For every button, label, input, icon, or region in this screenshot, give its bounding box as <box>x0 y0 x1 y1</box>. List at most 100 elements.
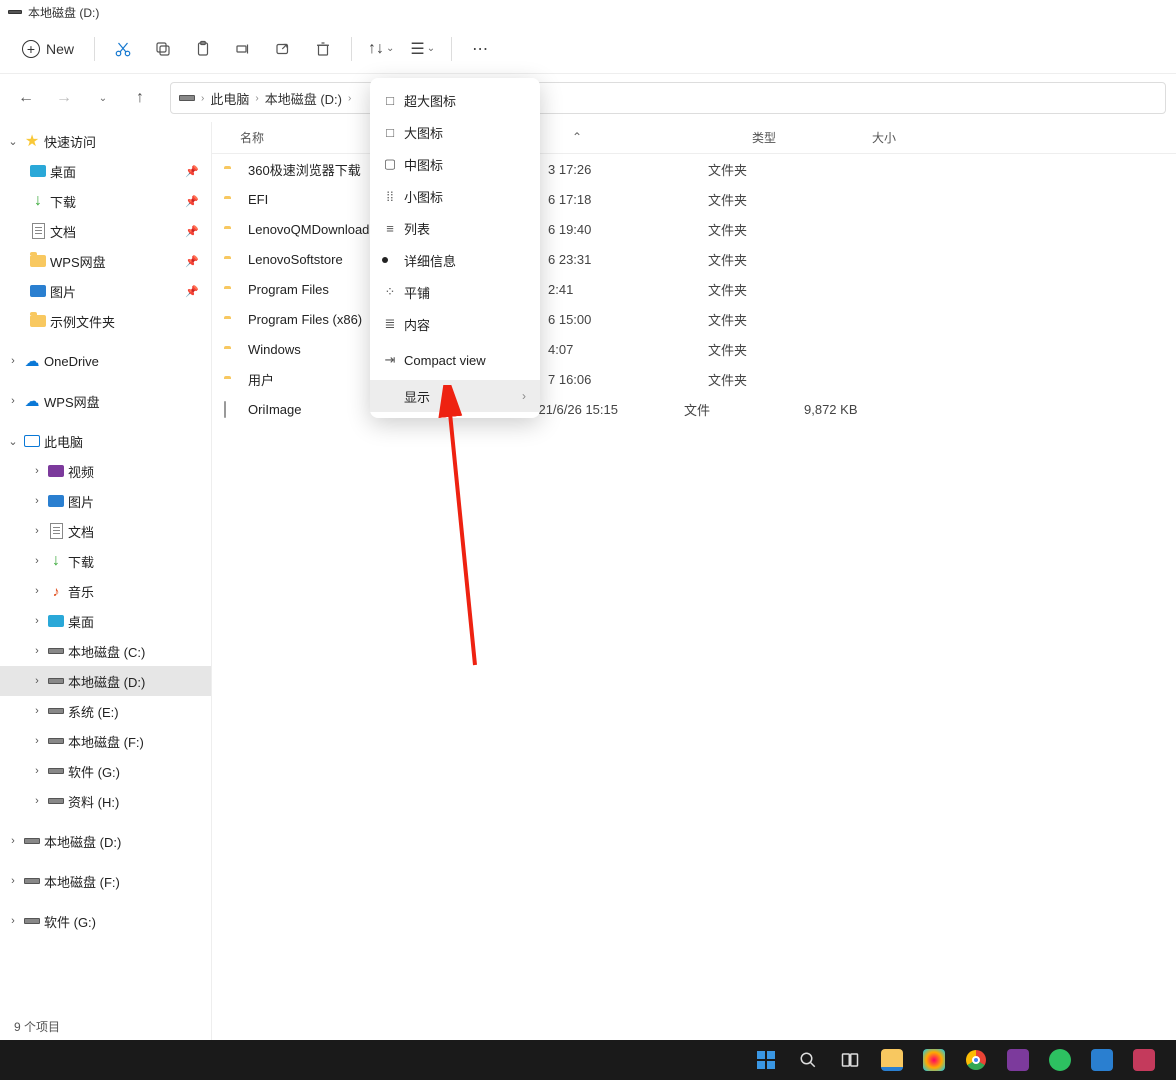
breadcrumb-drive[interactable]: 本地磁盘 (D:) <box>265 89 342 108</box>
view-option-icon: ≣ <box>382 316 398 332</box>
start-button[interactable] <box>752 1046 780 1074</box>
sidebar-drive-h[interactable]: ›资料 (H:) <box>0 786 211 816</box>
file-row[interactable]: Windows4:07文件夹 <box>212 334 1176 364</box>
sidebar-downloads2[interactable]: ›↓下载 <box>0 546 211 576</box>
file-row[interactable]: LenovoSoftstore6 23:31文件夹 <box>212 244 1176 274</box>
menu-item-view-4[interactable]: ≡列表 <box>370 212 540 244</box>
file-type: 文件夹 <box>708 370 828 389</box>
sidebar-onedrive[interactable]: ›☁OneDrive <box>0 346 211 376</box>
menu-item-view-1[interactable]: □大图标 <box>370 116 540 148</box>
folder-icon <box>30 315 46 327</box>
sidebar-this-pc[interactable]: ⌄此电脑 <box>0 426 211 456</box>
sidebar-pictures[interactable]: 图片 📌 <box>0 276 211 306</box>
status-text: 9 个项目 <box>14 1018 60 1035</box>
view-button[interactable]: ☰⌄ <box>404 31 441 67</box>
more-button[interactable]: ⋯ <box>462 31 498 67</box>
sidebar-documents2[interactable]: ›文档 <box>0 516 211 546</box>
file-type: 文件夹 <box>708 190 828 209</box>
sidebar-desktop2[interactable]: ›桌面 <box>0 606 211 636</box>
file-row[interactable]: LenovoQMDownload6 19:40文件夹 <box>212 214 1176 244</box>
sidebar-music[interactable]: ›♪音乐 <box>0 576 211 606</box>
back-button[interactable]: ← <box>10 82 42 114</box>
breadcrumb-pc[interactable]: 此电脑 <box>210 89 249 108</box>
column-type[interactable]: 类型 <box>752 129 872 146</box>
file-row[interactable]: OriImage2021/6/26 15:15文件9,872 KB <box>212 394 1176 424</box>
copy-button[interactable] <box>145 31 181 67</box>
sidebar-drive-d2[interactable]: ›本地磁盘 (D:) <box>0 826 211 856</box>
sidebar-wps[interactable]: WPS网盘📌 <box>0 246 211 276</box>
sidebar-documents[interactable]: 文档📌 <box>0 216 211 246</box>
sidebar-label: 桌面 <box>50 162 76 181</box>
sidebar-pictures2[interactable]: ›图片 <box>0 486 211 516</box>
cut-button[interactable] <box>105 31 141 67</box>
menu-item-view-6[interactable]: ⁘平铺 <box>370 276 540 308</box>
sidebar-label: WPS网盘 <box>44 392 100 411</box>
sidebar-drive-e[interactable]: ›系统 (E:) <box>0 696 211 726</box>
file-row[interactable]: Program Files (x86)6 15:00文件夹 <box>212 304 1176 334</box>
view-option-icon: ▢ <box>382 156 398 172</box>
menu-item-view-5[interactable]: 详细信息 <box>370 244 540 276</box>
column-size[interactable]: 大小 <box>872 129 992 146</box>
app-button[interactable] <box>920 1046 948 1074</box>
recent-button[interactable]: ⌄ <box>86 82 118 114</box>
search-button[interactable] <box>794 1046 822 1074</box>
sidebar-label: 下载 <box>50 192 76 211</box>
view-icon: ☰ <box>410 39 424 59</box>
picture-icon <box>48 495 64 507</box>
sidebar-drive-f[interactable]: ›本地磁盘 (F:) <box>0 726 211 756</box>
sidebar-drive-c[interactable]: ›本地磁盘 (C:) <box>0 636 211 666</box>
app-button[interactable] <box>1088 1046 1116 1074</box>
sort-icon: ↑↓ <box>368 40 384 58</box>
file-row[interactable]: 用户7 16:06文件夹 <box>212 364 1176 394</box>
chevron-right-icon: › <box>30 525 44 537</box>
wechat-button[interactable] <box>1046 1046 1074 1074</box>
sidebar-quick-access[interactable]: ⌄★快速访问 <box>0 126 211 156</box>
file-row[interactable]: Program Files2:41文件夹 <box>212 274 1176 304</box>
view-option-icon: □ <box>382 93 398 108</box>
rename-button[interactable] <box>225 31 261 67</box>
sidebar-wpsdrive[interactable]: ›☁WPS网盘 <box>0 386 211 416</box>
file-row[interactable]: 360极速浏览器下载3 17:26文件夹 <box>212 154 1176 184</box>
column-date[interactable]: 修改日期 <box>592 129 752 146</box>
sidebar-label: 图片 <box>50 282 76 301</box>
sidebar-label: 音乐 <box>68 582 94 601</box>
share-button[interactable] <box>265 31 301 67</box>
chevron-right-icon: › <box>6 395 20 407</box>
sidebar-drive-g[interactable]: ›软件 (G:) <box>0 756 211 786</box>
menu-item-view-2[interactable]: ▢中图标 <box>370 148 540 180</box>
app-button[interactable] <box>1004 1046 1032 1074</box>
sidebar-drive-f2[interactable]: ›本地磁盘 (F:) <box>0 866 211 896</box>
sidebar-sample[interactable]: 示例文件夹 <box>0 306 211 336</box>
menu-label: 小图标 <box>404 187 443 206</box>
chrome-button[interactable] <box>962 1046 990 1074</box>
file-explorer-button[interactable] <box>878 1046 906 1074</box>
chevron-right-icon: › <box>348 93 351 104</box>
sidebar-downloads[interactable]: ↓下载📌 <box>0 186 211 216</box>
pin-icon: 📌 <box>185 285 199 298</box>
sidebar-desktop[interactable]: 桌面📌 <box>0 156 211 186</box>
forward-button[interactable]: → <box>48 82 80 114</box>
drive-icon <box>48 738 64 744</box>
menu-item-view-8[interactable]: ⇥Compact view <box>370 344 540 376</box>
menu-item-view-0[interactable]: □超大图标 <box>370 84 540 116</box>
pc-icon <box>24 435 40 447</box>
address-bar[interactable]: › 此电脑 › 本地磁盘 (D:) › <box>170 82 1166 114</box>
sidebar-videos[interactable]: ›视频 <box>0 456 211 486</box>
drive-icon <box>24 918 40 924</box>
sidebar-label: 示例文件夹 <box>50 312 115 331</box>
menu-item-view-3[interactable]: ⁞⁞小图标 <box>370 180 540 212</box>
chevron-right-icon: › <box>201 93 204 104</box>
sort-button[interactable]: ↑↓⌄ <box>362 31 400 67</box>
sidebar-label: 下载 <box>68 552 94 571</box>
app-button[interactable] <box>1130 1046 1158 1074</box>
up-button[interactable]: ↑ <box>124 82 156 114</box>
menu-item-view-7[interactable]: ≣内容 <box>370 308 540 340</box>
file-row[interactable]: EFI6 17:18文件夹 <box>212 184 1176 214</box>
sidebar-drive-d[interactable]: ›本地磁盘 (D:) <box>0 666 211 696</box>
paste-button[interactable] <box>185 31 221 67</box>
new-button[interactable]: + New <box>12 31 84 67</box>
task-view-button[interactable] <box>836 1046 864 1074</box>
delete-button[interactable] <box>305 31 341 67</box>
menu-item-display-submenu[interactable]: 显示› <box>370 380 540 412</box>
sidebar-drive-g2[interactable]: ›软件 (G:) <box>0 906 211 936</box>
